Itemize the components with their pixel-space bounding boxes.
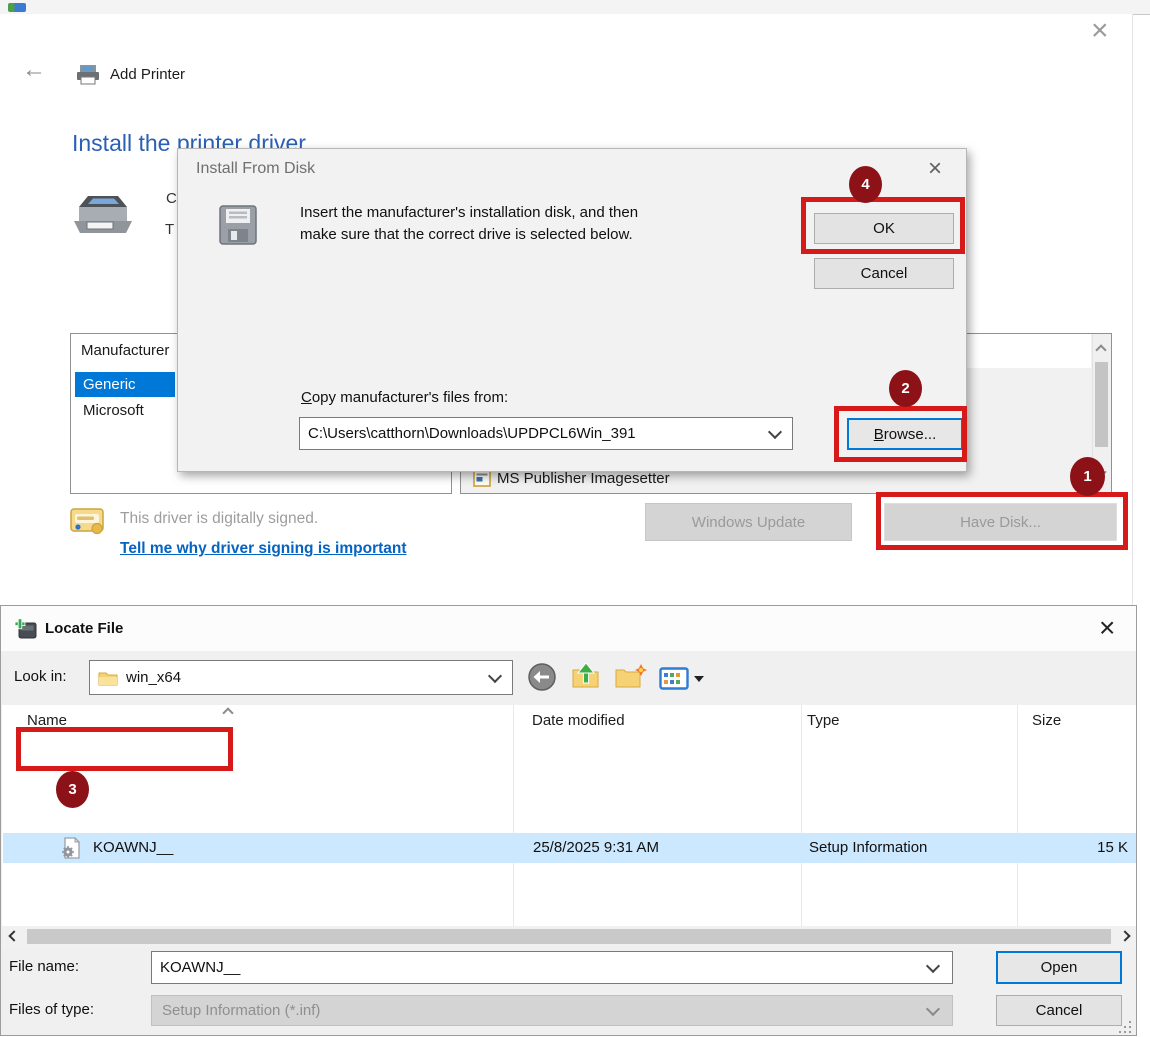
scroll-left-icon[interactable] <box>8 930 19 941</box>
dialog-message-line1: Insert the manufacturer's installation d… <box>300 204 638 221</box>
scrollbar-thumb[interactable] <box>1095 362 1108 447</box>
files-of-type-label: Files of type: <box>9 1001 94 1018</box>
column-separator <box>513 705 514 926</box>
open-button[interactable]: Open <box>996 951 1122 984</box>
file-row[interactable]: KOAWNJ__ 25/8/2025 9:31 AM Setup Informa… <box>3 833 1136 863</box>
back-circle-icon <box>527 662 557 692</box>
manufacturer-column-header: Manufacturer <box>81 342 169 359</box>
background-window-icon <box>8 3 26 12</box>
column-separator <box>1017 705 1018 926</box>
path-input[interactable] <box>300 425 770 442</box>
folder-up-icon <box>571 663 601 689</box>
dialog-title: Locate File <box>45 620 123 637</box>
printer-item-label: MS Publisher Imagesetter <box>497 470 670 487</box>
column-header-type[interactable]: Type <box>807 712 840 729</box>
chevron-down-icon[interactable] <box>926 958 940 972</box>
locate-file-dialog: Locate File × Look in: win_x64 <box>0 605 1137 1036</box>
new-folder-icon <box>615 664 647 689</box>
chevron-down-icon <box>926 1001 940 1015</box>
column-header-size[interactable]: Size <box>1032 712 1061 729</box>
file-name-cell: KOAWNJ__ <box>93 839 173 856</box>
view-menu-button[interactable] <box>659 667 704 690</box>
file-type-cell: Setup Information <box>809 839 927 856</box>
cancel-button[interactable]: Cancel <box>996 995 1122 1026</box>
background-window-strip <box>0 0 1150 15</box>
look-in-value: win_x64 <box>118 669 490 686</box>
new-folder-button[interactable] <box>615 664 647 689</box>
close-icon[interactable]: × <box>1099 612 1115 644</box>
column-header-date[interactable]: Date modified <box>532 712 625 729</box>
chevron-down-icon[interactable] <box>768 424 782 438</box>
driver-signing-link[interactable]: Tell me why driver signing is important <box>120 540 407 558</box>
resize-grip-icon[interactable] <box>1119 1021 1121 1023</box>
dialog-message-line2: make sure that the correct drive is sele… <box>300 226 633 243</box>
certificate-icon <box>70 507 104 535</box>
chevron-down-icon[interactable] <box>488 668 502 682</box>
copy-files-label: Copy manufacturer's files from: <box>301 389 508 406</box>
back-button[interactable] <box>527 662 557 692</box>
driver-signed-text: This driver is digitally signed. <box>120 510 318 528</box>
annotation-box-file <box>16 727 233 771</box>
annotation-box-browse <box>834 406 967 462</box>
locate-file-titlebar <box>1 606 1136 651</box>
up-one-level-button[interactable] <box>571 663 601 689</box>
printer-file-icon <box>473 470 491 487</box>
scrollbar-thumb[interactable] <box>27 929 1111 944</box>
close-icon[interactable]: × <box>928 155 942 183</box>
dialog-title: Install From Disk <box>196 160 315 178</box>
clipped-text-fragment: C <box>166 190 177 207</box>
annotation-badge-2: 2 <box>889 370 922 407</box>
locate-file-icon <box>14 617 38 641</box>
floppy-disk-icon <box>216 203 260 247</box>
file-name-combobox[interactable] <box>151 951 953 984</box>
files-of-type-combobox: Setup Information (*.inf) <box>151 995 953 1026</box>
look-in-label: Look in: <box>14 668 67 685</box>
copy-files-label-accel: C <box>301 389 312 406</box>
list-item-microsoft[interactable]: Microsoft <box>83 402 144 419</box>
files-of-type-value: Setup Information (*.inf) <box>152 1002 928 1019</box>
file-date-cell: 25/8/2025 9:31 AM <box>533 839 659 856</box>
close-icon[interactable]: × <box>1091 16 1109 46</box>
views-icon <box>659 667 689 690</box>
folder-icon <box>98 670 118 686</box>
copy-files-label-rest: opy manufacturer's files from: <box>312 389 508 406</box>
file-name-label: File name: <box>9 958 79 975</box>
annotation-box-ok <box>801 197 965 254</box>
annotation-box-have-disk <box>876 492 1128 550</box>
windows-update-button[interactable]: Windows Update <box>645 503 852 541</box>
file-size-cell: 15 K <box>1097 839 1128 856</box>
scroll-right-icon[interactable] <box>1119 930 1130 941</box>
annotation-badge-4: 4 <box>849 166 882 203</box>
path-combobox[interactable] <box>299 417 793 450</box>
screenshot-root: × ← Add Printer Install the printer driv… <box>0 0 1150 1037</box>
list-item-generic[interactable]: Generic <box>75 372 175 397</box>
printer-icon <box>74 63 102 85</box>
scroll-up-icon[interactable] <box>1095 344 1106 355</box>
column-separator <box>801 705 802 926</box>
setup-information-file-icon <box>60 837 82 859</box>
cancel-button[interactable]: Cancel <box>814 258 954 289</box>
horizontal-scrollbar[interactable] <box>3 926 1136 947</box>
chevron-down-icon[interactable] <box>694 676 704 682</box>
sort-ascending-icon[interactable] <box>222 707 233 718</box>
annotation-badge-1: 1 <box>1070 457 1105 496</box>
clipped-text-fragment: T <box>165 221 174 238</box>
file-name-input[interactable] <box>152 959 928 976</box>
window-title: Add Printer <box>110 66 185 83</box>
list-item-printer[interactable]: MS Publisher Imagesetter <box>473 470 670 487</box>
annotation-badge-3: 3 <box>56 771 89 808</box>
look-in-combobox[interactable]: win_x64 <box>89 660 513 695</box>
printer-illustration-icon <box>72 192 134 240</box>
back-arrow-icon[interactable]: ← <box>22 58 46 82</box>
